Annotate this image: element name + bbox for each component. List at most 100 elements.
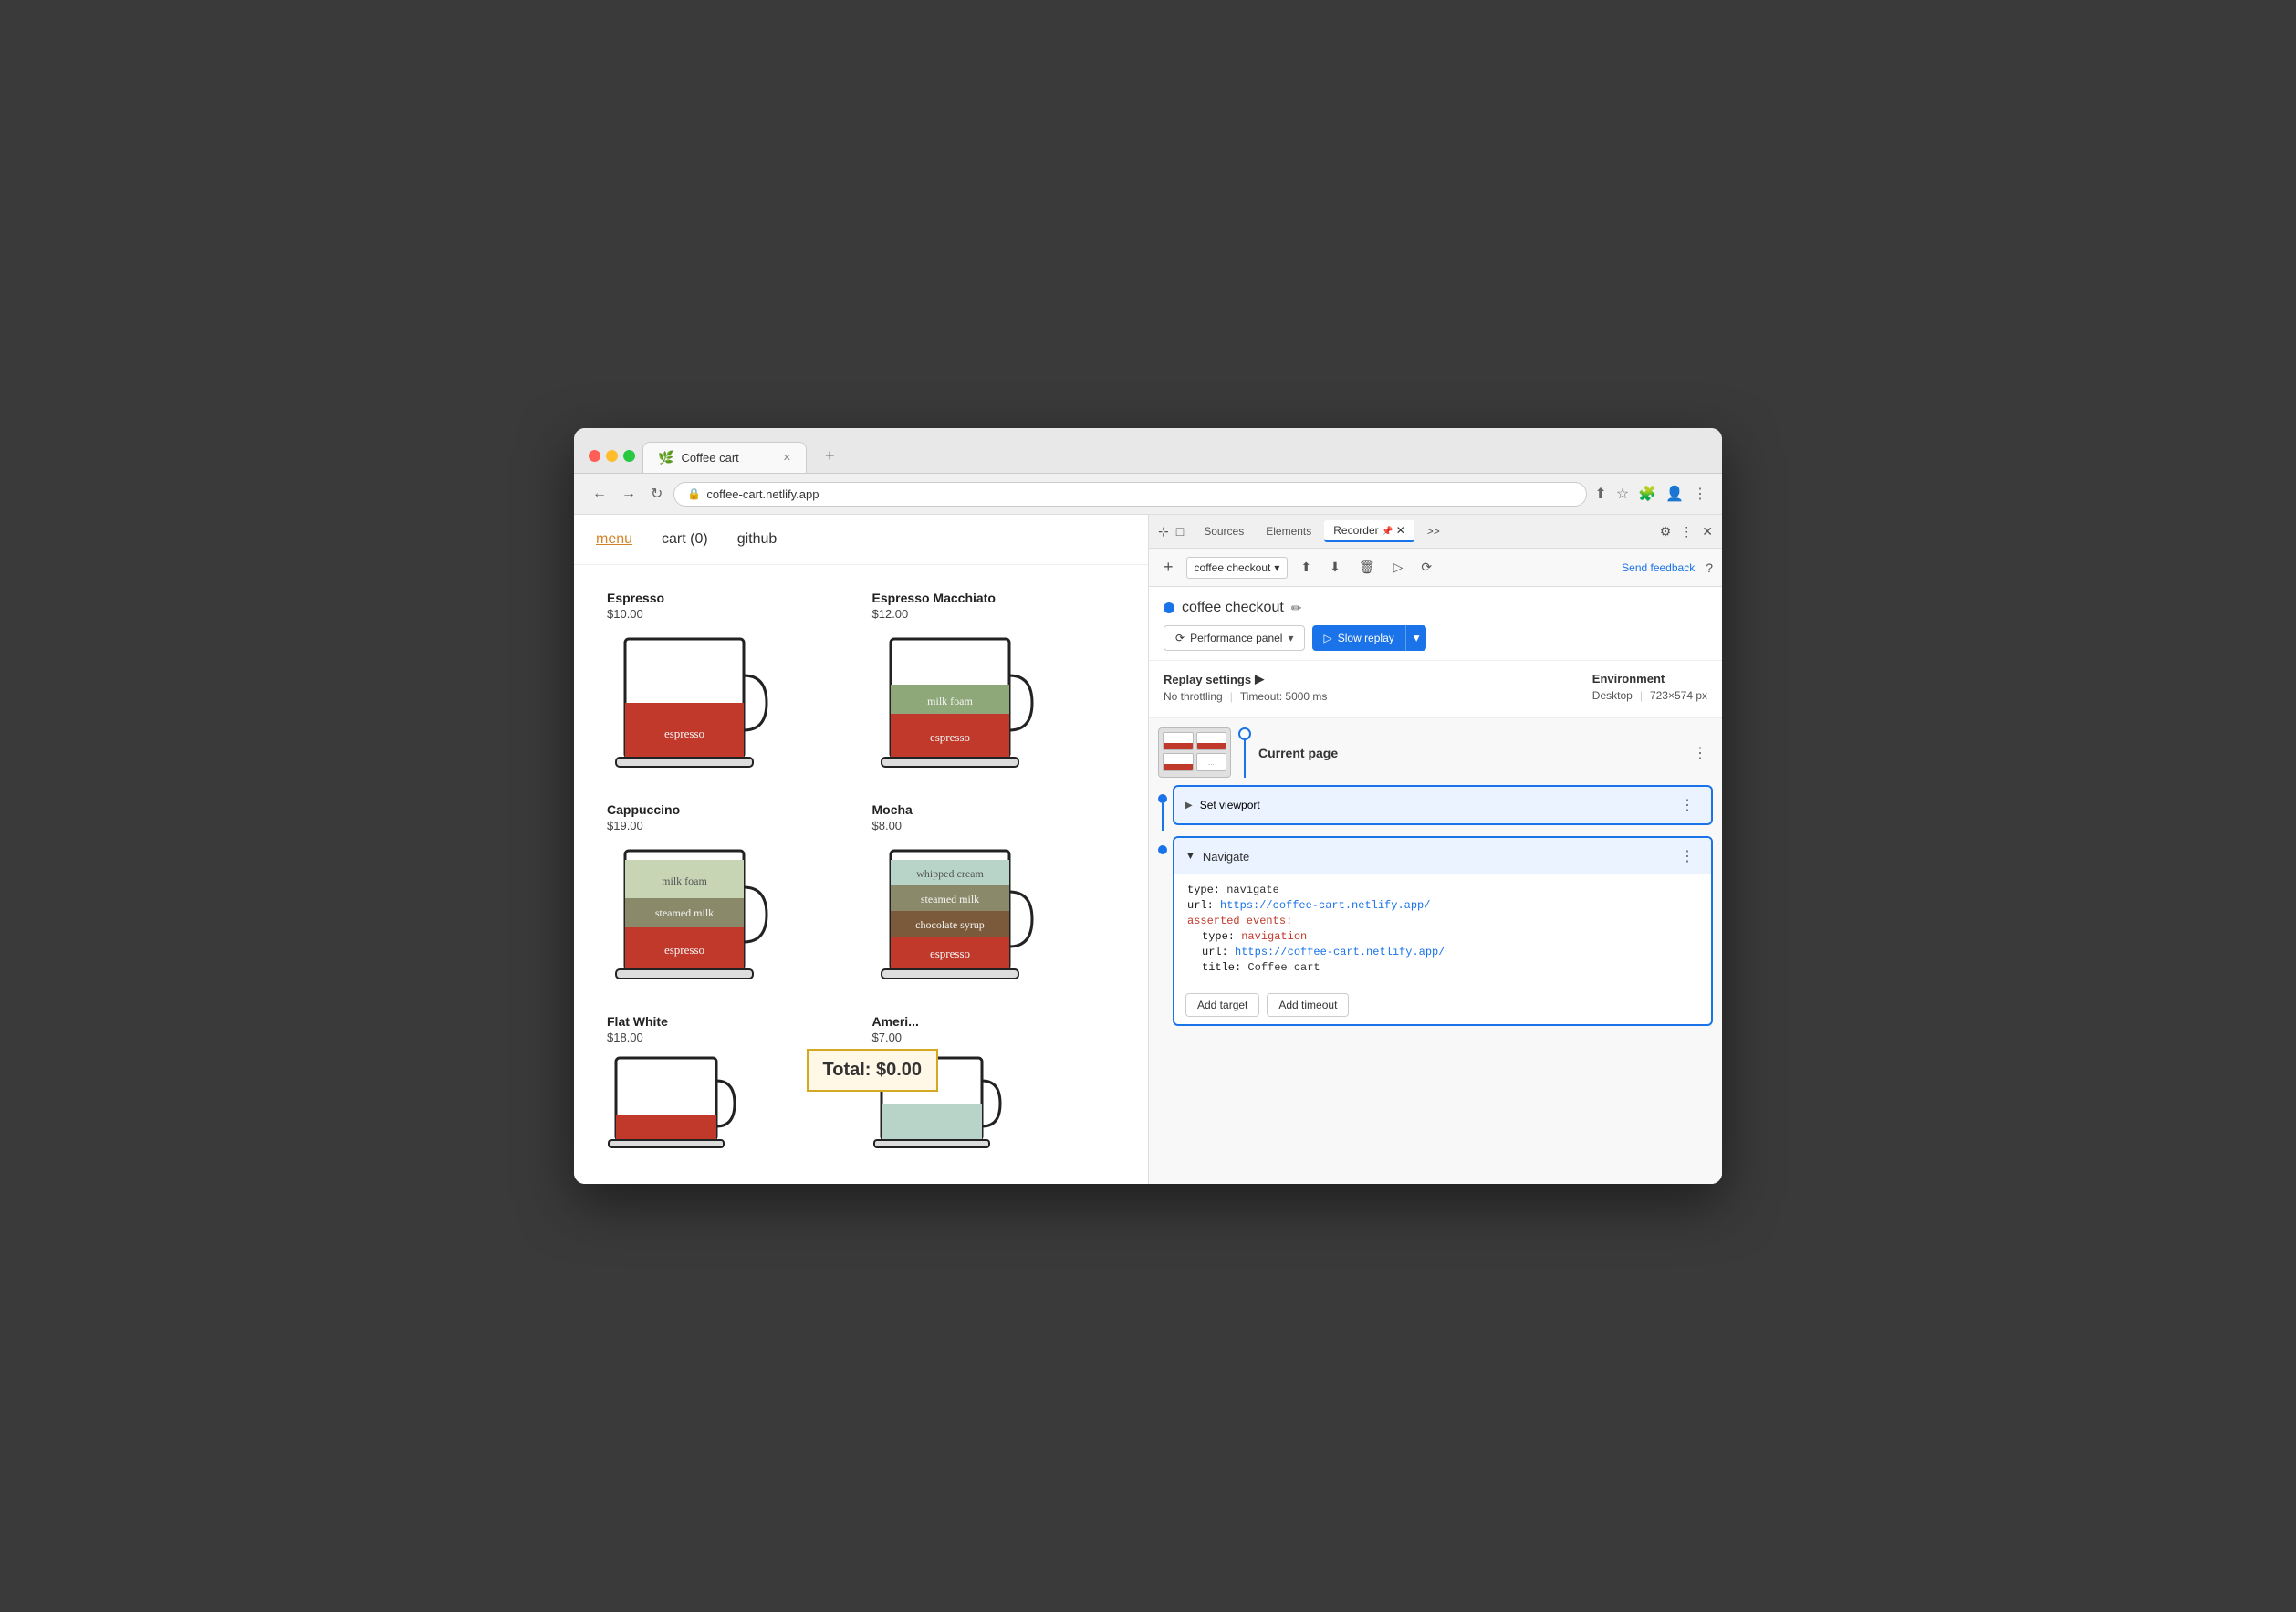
env-values: Desktop | 723×574 px	[1592, 689, 1707, 702]
delete-button[interactable]: 🗑	[1353, 556, 1381, 579]
back-button[interactable]: ←	[589, 482, 611, 506]
slow-replay-button[interactable]: ▷ Slow replay	[1312, 625, 1404, 651]
tab-close-icon[interactable]: ✕	[783, 452, 791, 464]
device-toggle-icon[interactable]: □	[1176, 524, 1184, 539]
add-timeout-button[interactable]: Add timeout	[1267, 993, 1349, 1017]
recording-title-row: coffee checkout ✏	[1164, 600, 1707, 616]
cursor-icon[interactable]: ⊹	[1158, 524, 1169, 539]
play-icon: ▷	[1323, 632, 1331, 644]
coffee-name: Mocha	[872, 802, 1116, 817]
thumb-cup-2-fill	[1197, 743, 1226, 749]
coffee-item-mocha[interactable]: Mocha $8.00 whipped cream steamed milk c…	[861, 791, 1127, 1003]
val-url2: https://coffee-cart.netlify.app/	[1235, 946, 1445, 958]
navigate-step-header[interactable]: ▼ Navigate ⋮	[1174, 838, 1711, 874]
recording-select-value: coffee checkout	[1195, 561, 1271, 574]
tab-sources[interactable]: Sources	[1195, 521, 1253, 541]
devtools-right-icons: ⚙ ⋮ ✕	[1660, 524, 1713, 539]
devtools-menu-icon[interactable]: ⋮	[1680, 524, 1693, 539]
edit-icon[interactable]: ✏	[1291, 601, 1302, 616]
svg-text:whipped cream: whipped cream	[916, 867, 984, 880]
tab-more[interactable]: >>	[1418, 521, 1449, 541]
svg-text:espresso: espresso	[929, 947, 969, 960]
maximize-button[interactable]	[623, 450, 635, 462]
coffee-item-americano[interactable]: Ameri... $7.00 Total: $0.00	[861, 1003, 1127, 1169]
thumb-cup-1-fill	[1164, 743, 1193, 749]
nav-github[interactable]: github	[737, 531, 778, 548]
close-button[interactable]	[589, 450, 600, 462]
devtools-close-icon[interactable]: ✕	[1702, 524, 1713, 539]
current-page-label: Current page	[1258, 746, 1680, 760]
play-button[interactable]: ▷	[1388, 556, 1409, 579]
thumb-cup-4: ...	[1196, 753, 1227, 771]
performance-icon: ⟳	[1175, 632, 1185, 644]
cappuccino-cup: milk foam steamed milk espresso	[607, 842, 771, 988]
navigate-step-body: type: navigate url: https://coffee-cart.…	[1174, 874, 1711, 986]
key-url2: url:	[1202, 946, 1235, 958]
tab-elements[interactable]: Elements	[1257, 521, 1320, 541]
navigate-step: ▼ Navigate ⋮ type: navigate url: ht	[1173, 836, 1713, 1026]
address-field[interactable]: 🔒 coffee-cart.netlify.app	[673, 482, 1587, 507]
svg-text:steamed milk: steamed milk	[655, 906, 714, 919]
replay-settings-label[interactable]: Replay settings ▶	[1164, 672, 1327, 686]
val-type: navigate	[1226, 884, 1279, 896]
performance-panel-button[interactable]: ⟳ Performance panel ▾	[1164, 625, 1305, 651]
export-button[interactable]: ⬆	[1295, 556, 1317, 579]
code-line-4: type: navigation	[1187, 930, 1698, 943]
set-viewport-step-header[interactable]: ▶ Set viewport ⋮	[1174, 787, 1711, 823]
import-button[interactable]: ⬇	[1324, 556, 1346, 579]
code-line-5: url: https://coffee-cart.netlify.app/	[1187, 946, 1698, 958]
coffee-item-espresso[interactable]: Espresso $10.00 espresso	[596, 580, 861, 791]
recording-select[interactable]: coffee checkout ▾	[1186, 557, 1289, 579]
thumb-cup-3-fill	[1164, 764, 1193, 770]
coffee-item-cappuccino[interactable]: Cappuccino $19.00 milk foam steamed milk…	[596, 791, 861, 1003]
key-asserted: asserted events:	[1187, 915, 1292, 927]
tab-recorder[interactable]: Recorder 📌 ✕	[1324, 520, 1414, 542]
bookmark-icon[interactable]: ☆	[1616, 485, 1629, 503]
new-tab-button[interactable]: +	[814, 439, 846, 473]
recording-header: coffee checkout ✏ ⟳ Performance panel ▾ …	[1149, 587, 1722, 661]
send-feedback-link[interactable]: Send feedback	[1622, 561, 1695, 574]
key-title: title:	[1202, 961, 1247, 974]
svg-text:milk foam: milk foam	[662, 874, 707, 887]
address-bar: ← → ↻ 🔒 coffee-cart.netlify.app ⬆ ☆ 🧩 👤 …	[574, 474, 1722, 515]
reload-button[interactable]: ↻	[647, 481, 666, 507]
set-viewport-menu-icon[interactable]: ⋮	[1675, 794, 1700, 816]
val-type2: navigation	[1241, 930, 1307, 943]
share-icon[interactable]: ⬆	[1594, 485, 1606, 503]
navigate-step-menu-icon[interactable]: ⋮	[1675, 845, 1700, 867]
navigate-step-footer: Add target Add timeout	[1174, 986, 1711, 1024]
browser-window: 🌿 Coffee cart ✕ + ← → ↻ 🔒 coffee-cart.ne…	[574, 428, 1722, 1184]
code-line-3: asserted events:	[1187, 915, 1698, 927]
recording-indicator	[1164, 602, 1174, 613]
extension-icon[interactable]: 🧩	[1638, 485, 1656, 503]
tab-favicon-icon: 🌿	[658, 450, 673, 466]
add-target-button[interactable]: Add target	[1185, 993, 1259, 1017]
profile-icon[interactable]: 👤	[1665, 485, 1684, 503]
settings-icon[interactable]: ⚙	[1660, 524, 1672, 539]
minimize-button[interactable]	[606, 450, 618, 462]
macchiato-cup: milk foam espresso	[872, 630, 1037, 776]
active-tab[interactable]: 🌿 Coffee cart ✕	[642, 442, 807, 473]
coffee-item-espresso-macchiato[interactable]: Espresso Macchiato $12.00 milk foam espr…	[861, 580, 1127, 791]
key-url: url:	[1187, 899, 1220, 912]
devtools-tabs: Sources Elements Recorder 📌 ✕ >>	[1195, 520, 1653, 542]
thumb-cup-3	[1163, 753, 1194, 771]
dropdown-arrow-icon: ▾	[1274, 561, 1279, 574]
perf-dropdown-arrow-icon[interactable]: ▾	[1288, 632, 1293, 644]
flat-white-cup	[607, 1053, 735, 1154]
recorder-toolbar: + coffee checkout ▾ ⬆ ⬇ 🗑 ▷ ⟳ Send feedb…	[1149, 549, 1722, 587]
nav-menu[interactable]: menu	[596, 531, 632, 548]
recording-title: coffee checkout	[1182, 600, 1284, 616]
record-button[interactable]: ⟳	[1415, 556, 1437, 579]
forward-button[interactable]: →	[618, 482, 640, 506]
set-viewport-step: ▶ Set viewport ⋮	[1173, 785, 1713, 825]
help-icon[interactable]: ?	[1706, 560, 1713, 575]
current-page-menu-icon[interactable]: ⋮	[1687, 742, 1713, 764]
thumb-row-2: ...	[1163, 753, 1226, 771]
coffee-nav: menu cart (0) github	[574, 515, 1148, 565]
add-recording-button[interactable]: +	[1158, 554, 1179, 581]
nav-cart[interactable]: cart (0)	[662, 531, 708, 548]
slow-replay-dropdown-button[interactable]: ▾	[1405, 625, 1427, 651]
step-2-dot	[1158, 845, 1167, 854]
menu-icon[interactable]: ⋮	[1693, 485, 1707, 503]
